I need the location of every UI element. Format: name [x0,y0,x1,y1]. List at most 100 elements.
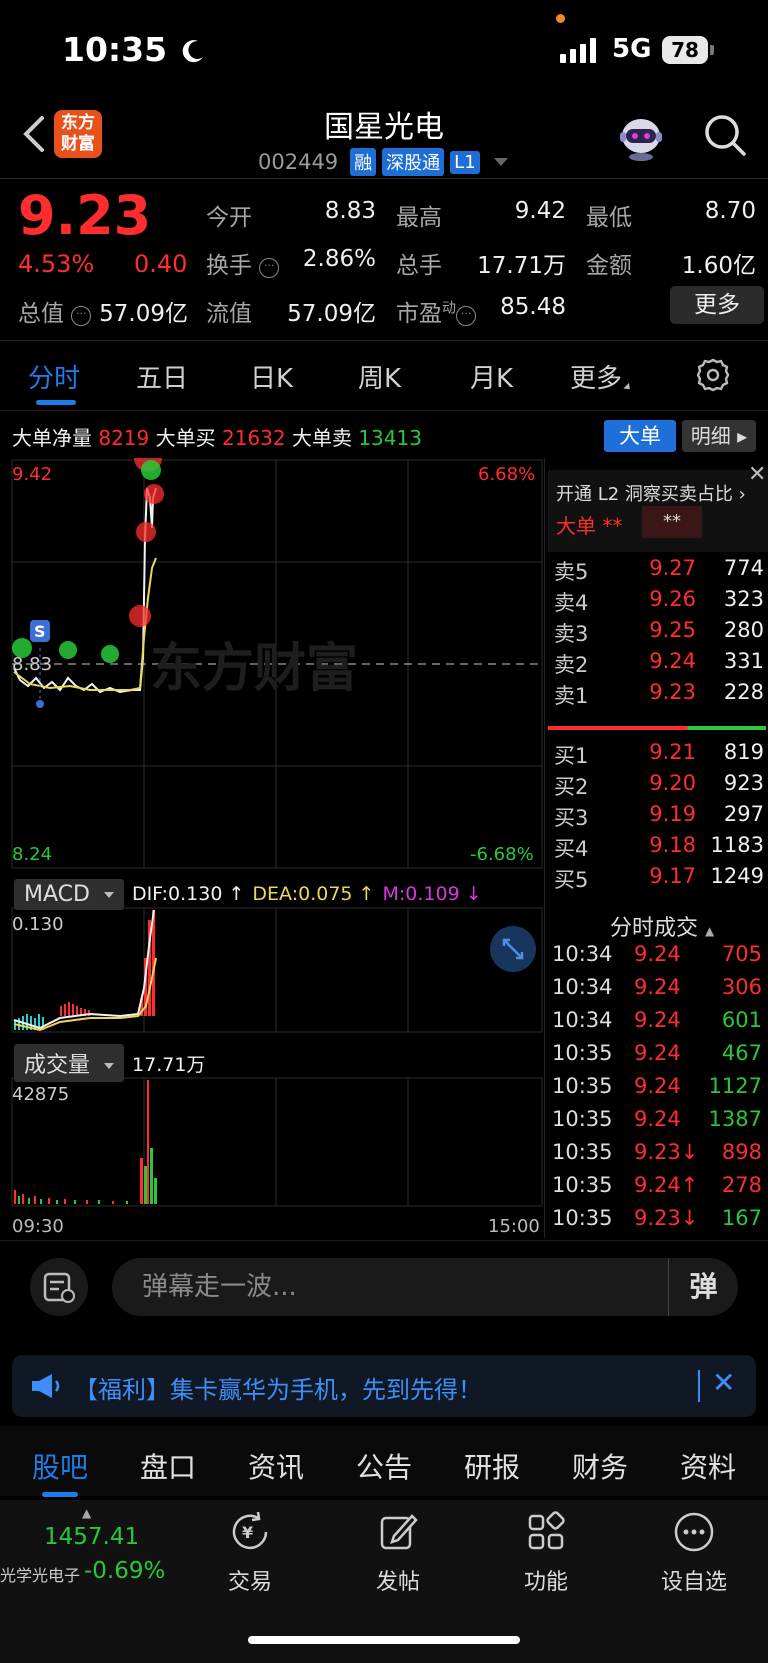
nav-trade-label: 交易 [227,1570,272,1595]
volume-selector[interactable]: 成交量 [14,1044,125,1082]
order-book-row[interactable]: 买3 9.19 297 [554,802,764,834]
more-button[interactable]: 更多 [670,286,764,324]
pct-low-label: -6.68% [470,844,534,865]
home-indicator [248,1636,520,1644]
level-volume: 1249 [710,864,764,888]
order-book-row[interactable]: 买1 9.21 819 [554,740,764,772]
level-label: 卖5 [554,560,589,584]
index-name[interactable]: 光学光电子 [0,1562,80,1586]
tab-intraday[interactable]: 分时 [28,358,80,395]
tab-pankou[interactable]: 盘口 [140,1446,196,1486]
info-icon[interactable]: ··· [71,306,92,326]
order-book-row[interactable]: 买5 9.17 1249 [554,864,764,896]
danmaku-input[interactable]: 弹幕走一波... [112,1258,738,1316]
volume-header: 成交量 17.71万 [14,1044,205,1082]
info-icon[interactable]: ··· [259,258,280,278]
edit-icon [380,1514,418,1550]
volume-label: 总手 [396,253,442,279]
index-value[interactable]: 1457.41 [44,1524,139,1550]
index-percent[interactable]: -0.69% [84,1558,165,1584]
dea-value: DEA:0.075 ↑ [252,883,375,905]
level-label: 买3 [554,806,589,830]
level-label: 卖3 [554,622,589,646]
tick-time: 10:35 [552,1206,613,1230]
close-icon[interactable]: ✕ [712,1366,735,1399]
turnover-label-text: 换手 [206,253,252,279]
signal-icon [560,38,596,63]
tab-monthly-k[interactable]: 月K [470,358,513,395]
nav-watchlist-label: 设自选 [660,1570,727,1595]
prev-close-label: 8.83 [12,654,52,675]
close-icon[interactable]: ✕ [748,462,766,487]
search-icon[interactable] [702,112,748,158]
nav-trade[interactable]: ¥ 交易 [200,1510,300,1596]
order-book-row[interactable]: 卖1 9.23 228 [554,680,764,712]
tick-time: 10:34 [552,975,613,999]
l2-promo-text[interactable]: 开通 L2 洞察买卖占比 › [556,480,746,506]
tab-guba[interactable]: 股吧 [32,1446,88,1486]
big-sell-dot[interactable] [59,641,77,659]
big-order-button[interactable]: 大单 [604,420,676,452]
nav-watchlist[interactable]: 设自选 [644,1510,744,1596]
mktcap-label[interactable]: 总值 ··· [18,294,92,328]
order-book-row[interactable]: 买4 9.18 1183 [554,833,764,865]
danmaku-send-button[interactable]: 弹 [668,1258,738,1316]
nav-functions[interactable]: 功能 [496,1510,596,1596]
chart-area[interactable]: 东方财富 S 9.42 6.68% 8.83 8.24 -6.68% 0.130… [0,458,545,1238]
order-book-row[interactable]: 买2 9.20 923 [554,771,764,803]
tick-row: 10:35 9.24↑ 278 [552,1173,766,1207]
l2-text: 开通 L2 洞察买卖占比 [556,484,733,505]
time-start-label: 09:30 [12,1216,64,1237]
info-icon[interactable]: ··· [456,306,476,326]
privacy-indicator [556,14,565,23]
promo-text[interactable]: 【福利】集卡赢华为手机，先到先得！ [74,1370,482,1405]
macd-selector[interactable]: MACD [14,878,124,910]
tab-weekly-k[interactable]: 周K [358,358,401,395]
big-buy-dot[interactable] [144,484,164,504]
volume-top-label: 42875 [12,1084,69,1105]
level-label: 买4 [554,837,589,861]
order-book-row[interactable]: 卖3 9.25 280 [554,618,764,650]
robot-assistant-icon[interactable] [616,112,666,162]
order-book-row[interactable]: 卖5 9.27 774 [554,556,764,588]
caret-icon [623,382,633,393]
tick-price: 9.24 [634,1008,681,1032]
chevron-down-icon[interactable] [493,158,508,166]
tick-time: 10:35 [552,1107,613,1131]
danmaku-toggle[interactable] [30,1258,88,1316]
order-book-row[interactable]: 卖4 9.26 323 [554,587,764,619]
tab-profile[interactable]: 资料 [680,1446,736,1486]
nav-functions-label: 功能 [523,1570,568,1595]
tab-finance[interactable]: 财务 [572,1446,628,1486]
detail-button[interactable]: 明细 ▸ [682,420,756,452]
tab-five-day[interactable]: 五日 [136,358,188,395]
big-buy-dot[interactable] [129,605,151,627]
tab-daily-k[interactable]: 日K [250,358,293,395]
level-volume: 819 [723,740,764,764]
tick-time: 10:35 [552,1140,613,1164]
level-label: 卖2 [554,653,589,677]
tick-volume: 306 [721,975,762,999]
low-value: 8.70 [704,198,756,224]
gear-icon[interactable] [694,356,732,394]
pe-label[interactable]: 市盈动 ··· [396,294,476,328]
tab-more[interactable]: 更多 [570,358,633,395]
turnover-label[interactable]: 换手 ··· [206,246,280,280]
big-sell-dot[interactable] [141,460,161,480]
tab-news[interactable]: 资讯 [248,1446,304,1486]
nav-post[interactable]: 发帖 [348,1510,448,1596]
tab-research[interactable]: 研报 [464,1446,520,1486]
connect-tag: 深股通 [382,148,445,176]
tick-time: 10:34 [552,1008,613,1032]
caret-up-icon: ▲ [705,924,715,938]
ticks-title[interactable]: 分时成交 ▲ [610,910,714,942]
order-book-row[interactable]: 卖2 9.24 331 [554,649,764,681]
big-buy-dot[interactable] [136,522,156,542]
big-sell-dot[interactable] [101,645,119,663]
active-tab-indicator [42,1492,78,1497]
tick-time: 10:34 [552,942,613,966]
tick-volume: 167 [721,1206,762,1230]
tab-announcements[interactable]: 公告 [356,1446,412,1486]
expand-icon[interactable] [490,926,536,972]
stock-subtitle[interactable]: 002449 融 深股通 L1 [258,147,508,177]
